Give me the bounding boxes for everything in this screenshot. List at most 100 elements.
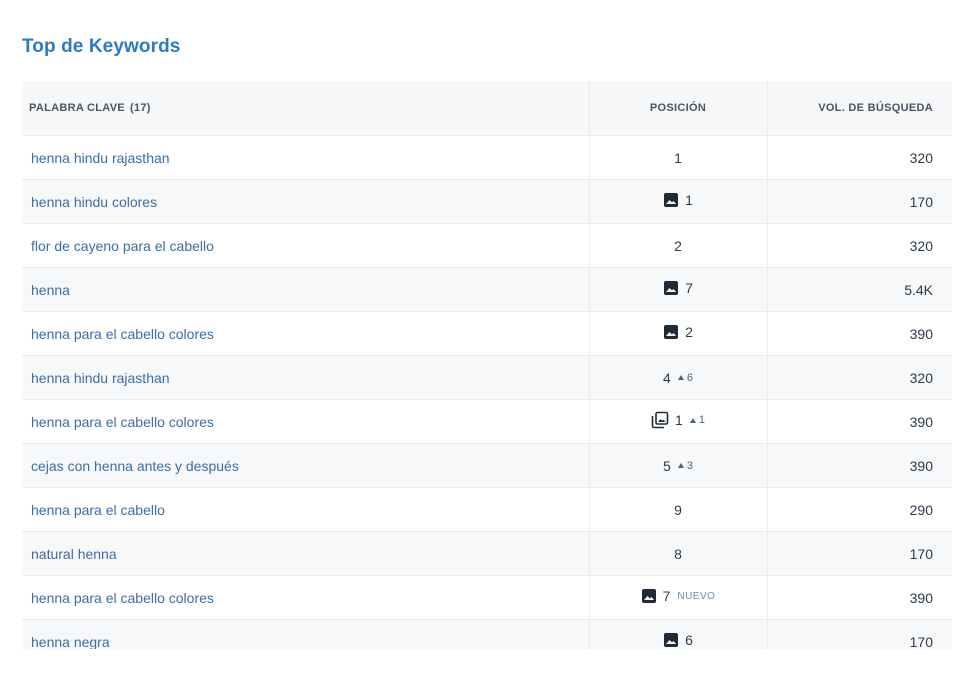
table-row: cejas con henna antes y después 5 3 390 — [22, 443, 952, 488]
volume-cell: 320 — [767, 135, 952, 180]
position-cell-content: 1 — [663, 192, 693, 208]
volume-cell: 320 — [767, 355, 952, 400]
arrow-up-icon — [689, 417, 696, 423]
keyword-link[interactable]: henna — [31, 282, 70, 298]
position-cell: 2 — [589, 223, 768, 268]
table-row: henna para el cabello colores 1 1 390 — [22, 399, 952, 444]
volume-cell: 170 — [767, 619, 952, 649]
table-header-row: PALABRA CLAVE (17) POSICIÓN VOL. DE BÚSQU… — [22, 81, 952, 136]
keyword-link[interactable]: henna para el cabello colores — [31, 326, 214, 342]
arrow-up-icon — [677, 463, 684, 468]
position-cell-content: 1 — [674, 150, 682, 166]
position-cell: 6 — [589, 619, 768, 649]
column-header-position[interactable]: POSICIÓN — [589, 81, 768, 136]
table-row: henna hindu colores 1 170 — [22, 179, 952, 224]
keyword-cell: henna para el cabello colores — [22, 575, 590, 620]
volume-cell: 5.4K — [767, 267, 952, 312]
keyword-link[interactable]: natural henna — [31, 546, 117, 562]
position-value: 7 — [662, 588, 671, 604]
image-icon — [663, 192, 679, 208]
table-row: henna negra 6 170 — [22, 619, 952, 650]
position-cell-content: 8 — [674, 546, 682, 562]
keyword-cell: henna hindu colores — [22, 179, 590, 224]
volume-cell: 170 — [767, 179, 952, 224]
volume-cell: 390 — [767, 575, 952, 620]
position-value: 7 — [685, 280, 693, 296]
volume-cell: 170 — [767, 531, 952, 576]
position-change: 1 — [689, 414, 705, 426]
keyword-link[interactable]: cejas con henna antes y después — [31, 458, 239, 474]
position-value: 5 — [663, 457, 671, 474]
keyword-link[interactable]: henna hindu colores — [31, 194, 157, 210]
position-cell-content: 9 — [674, 502, 682, 518]
keyword-link[interactable]: henna para el cabello colores — [31, 590, 214, 606]
table-row: henna hindu rajasthan 4 6 320 — [22, 355, 952, 400]
position-value: 1 — [675, 412, 683, 428]
table-row: henna para el cabello 9 290 — [22, 487, 952, 532]
image-icon — [663, 632, 679, 648]
position-cell: 8 — [589, 531, 768, 576]
keyword-cell: henna negra — [22, 619, 590, 650]
keyword-cell: cejas con henna antes y después — [22, 443, 590, 488]
keyword-cell: henna hindu rajasthan — [22, 355, 590, 400]
keyword-link[interactable]: henna para el cabello colores — [31, 414, 214, 430]
keyword-link[interactable]: henna hindu rajasthan — [31, 370, 170, 386]
column-header-keyword[interactable]: PALABRA CLAVE (17) — [22, 81, 590, 136]
keyword-cell: natural henna — [22, 531, 590, 576]
position-change-value: 1 — [698, 414, 705, 426]
arrow-up-icon — [677, 375, 684, 380]
keywords-table-container: PALABRA CLAVE (17) POSICIÓN VOL. DE BÚSQU… — [22, 81, 952, 649]
table-row: henna hindu rajasthan 1 320 — [22, 135, 952, 180]
keyword-link[interactable]: henna para el cabello — [31, 502, 165, 518]
volume-cell: 390 — [767, 399, 952, 444]
position-cell-content: 6 — [663, 632, 693, 648]
position-change: 3 — [677, 460, 693, 472]
keyword-cell: henna para el cabello — [22, 487, 590, 532]
position-cell-content: 53 — [663, 458, 693, 474]
position-change: 6 — [677, 371, 693, 384]
position-cell: 46 — [589, 355, 768, 400]
volume-cell: 290 — [767, 487, 952, 532]
position-cell: 9 — [589, 487, 768, 532]
keyword-cell: henna para el cabello colores — [22, 399, 590, 444]
position-cell: 2 — [589, 311, 768, 356]
position-cell-content: 7 — [663, 280, 693, 296]
position-value: 8 — [674, 545, 682, 562]
table-row: henna 7 5.4K — [22, 267, 952, 312]
position-cell: 11 — [589, 399, 768, 444]
table-row: flor de cayeno para el cabello 2 320 — [22, 223, 952, 268]
position-change-value: 6 — [686, 371, 693, 384]
keyword-link[interactable]: henna negra — [31, 634, 110, 650]
keyword-cell: henna hindu rajasthan — [22, 135, 590, 180]
keywords-table: PALABRA CLAVE (17) POSICIÓN VOL. DE BÚSQU… — [22, 81, 952, 649]
image-icon — [641, 588, 657, 604]
position-value: 9 — [674, 501, 682, 518]
new-badge: NUEVO — [677, 590, 716, 602]
position-cell: 1 — [589, 135, 768, 180]
image-icon — [663, 324, 679, 340]
table-row: natural henna 8 170 — [22, 531, 952, 576]
keyword-count: (17) — [129, 102, 151, 114]
position-cell: 7 — [589, 267, 768, 312]
top-keywords-panel: Top de Keywords PALABRA CLAVE (17) POSICI… — [0, 0, 980, 681]
column-header-keyword-label: PALABRA CLAVE — [29, 102, 125, 114]
position-value: 2 — [685, 324, 693, 340]
column-header-volume[interactable]: VOL. DE BÚSQUEDA — [767, 81, 952, 136]
position-cell-content: 46 — [663, 370, 693, 386]
keyword-cell: flor de cayeno para el cabello — [22, 223, 590, 268]
keyword-cell: henna para el cabello colores — [22, 311, 590, 356]
position-cell: 1 — [589, 179, 768, 224]
position-cell: 7 NUEVO — [589, 575, 768, 620]
volume-cell: 390 — [767, 311, 952, 356]
position-cell-content: 7 NUEVO — [641, 588, 716, 604]
keyword-link[interactable]: henna hindu rajasthan — [31, 150, 170, 166]
image-pack-icon — [651, 411, 669, 429]
position-value: 1 — [674, 149, 682, 166]
volume-cell: 320 — [767, 223, 952, 268]
volume-cell: 390 — [767, 443, 952, 488]
position-value: 4 — [663, 369, 671, 386]
position-cell: 53 — [589, 443, 768, 488]
table-row: henna para el cabello colores 2 390 — [22, 311, 952, 356]
keyword-link[interactable]: flor de cayeno para el cabello — [31, 238, 214, 254]
position-value: 2 — [674, 237, 682, 254]
